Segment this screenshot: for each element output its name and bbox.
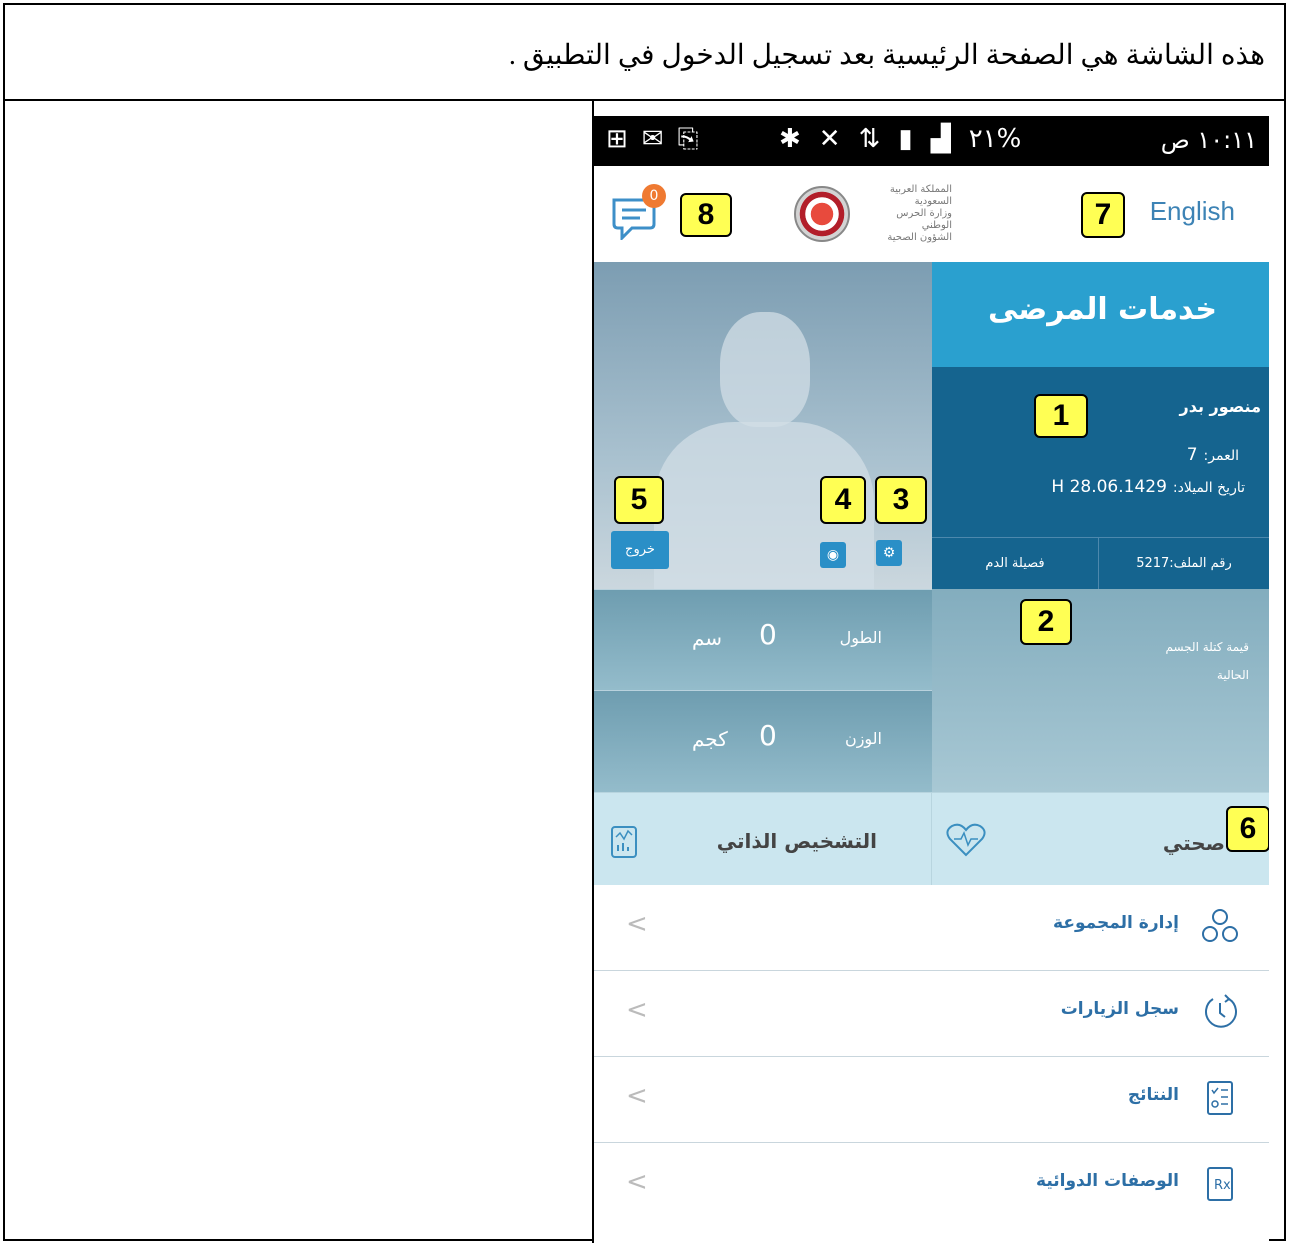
download-icon: ⎘: [677, 124, 699, 154]
status-bar: ⊞ ✉ ⎘ ✱ ✕ ⇅ ▮ ▟ ٢١% ١٠:١١ ص: [594, 116, 1269, 166]
patient-info-card: منصور بدر العمر:7 تاريخ الميلاد:28.06.14…: [932, 367, 1269, 590]
ministry-logo: [794, 186, 850, 242]
battery-percent: ٢١%: [968, 124, 1022, 154]
menu-item-results[interactable]: النتائج <: [594, 1057, 1269, 1143]
services-title: خدمات المرضى: [987, 292, 1217, 327]
results-icon: [1207, 1081, 1233, 1115]
dob-value: 28.06.1429 H: [1051, 477, 1167, 497]
notification-badge: 0: [642, 184, 666, 208]
camera-button[interactable]: ◉: [820, 542, 846, 568]
mail-icon: ✉: [641, 124, 664, 154]
menu-item-prescriptions[interactable]: Rx الوصفات الدوائية <: [594, 1143, 1269, 1228]
age-line: العمر:7: [1186, 445, 1239, 465]
prescription-icon: Rx: [1207, 1167, 1233, 1201]
menu-item-visit-history[interactable]: سجل الزيارات <: [594, 971, 1269, 1057]
group-icon: [1202, 909, 1238, 942]
sim-icon: ▮: [898, 124, 913, 154]
avatar-head: [720, 312, 810, 427]
svg-text:Rx: Rx: [1214, 1178, 1231, 1193]
patient-name: منصور بدر: [1179, 397, 1261, 416]
clock: ١٠:١١ ص: [1160, 126, 1257, 154]
chevron-left-icon: <: [626, 909, 648, 939]
history-icon: [1205, 994, 1237, 1028]
logout-button[interactable]: خروج: [611, 531, 669, 569]
settings-button[interactable]: ⚙: [876, 540, 902, 566]
gear-icon: ⚙: [882, 545, 896, 561]
chevron-left-icon: <: [626, 1167, 648, 1197]
callout-2: 2: [1020, 599, 1072, 645]
weight-card[interactable]: الوزن 0 كجم: [594, 690, 932, 793]
callout-1: 1: [1034, 394, 1088, 438]
chevron-left-icon: <: [626, 995, 648, 1025]
callout-4: 4: [820, 476, 866, 524]
weight-value: 0: [759, 719, 777, 752]
network-icon: ⇅: [858, 124, 881, 154]
heart-icon: [946, 823, 986, 857]
callout-8: 8: [680, 193, 732, 237]
bluetooth-icon: ✱: [779, 124, 801, 154]
mute-icon: ✕: [818, 124, 841, 154]
patient-services-banner: خدمات المرضى: [932, 262, 1269, 367]
dob-line: تاريخ الميلاد:28.06.1429 H: [1051, 477, 1245, 497]
callout-3: 3: [875, 476, 927, 524]
callout-7: 7: [1081, 192, 1125, 238]
file-number: رقم الملف:5217: [1098, 538, 1269, 590]
add-icon: ⊞: [606, 124, 628, 154]
height-card[interactable]: الطول 0 سم: [594, 589, 932, 690]
phone-screenshot: ⊞ ✉ ⎘ ✱ ✕ ⇅ ▮ ▟ ٢١% ١٠:١١ ص 0 المملكة ال…: [594, 101, 1269, 1243]
ministry-name: المملكة العربية السعودية وزارة الحرس الو…: [887, 184, 952, 243]
signal-icon: ▟: [930, 124, 951, 154]
profile-photo-card: ⚙ ◉ خروج: [594, 262, 932, 589]
age-value: 7: [1186, 445, 1198, 465]
camera-icon: ◉: [826, 547, 840, 563]
callout-5: 5: [614, 476, 664, 524]
blood-type: فصيلة الدم: [985, 556, 1045, 571]
language-switch-link[interactable]: English: [1150, 196, 1235, 227]
bmi-card: قيمة كتلة الجسم الحالية: [932, 589, 1269, 792]
chart-icon: [611, 826, 637, 858]
menu-item-group-management[interactable]: إدارة المجموعة <: [594, 885, 1269, 971]
self-diagnosis-tile[interactable]: التشخيص الذاتي: [594, 792, 932, 885]
page-caption: هذه الشاشة هي الصفحة الرئيسية بعد تسجيل …: [508, 40, 1265, 71]
height-value: 0: [759, 618, 777, 651]
my-health-tile[interactable]: صحتي: [932, 792, 1269, 885]
callout-6: 6: [1226, 806, 1269, 852]
chevron-left-icon: <: [626, 1081, 648, 1111]
